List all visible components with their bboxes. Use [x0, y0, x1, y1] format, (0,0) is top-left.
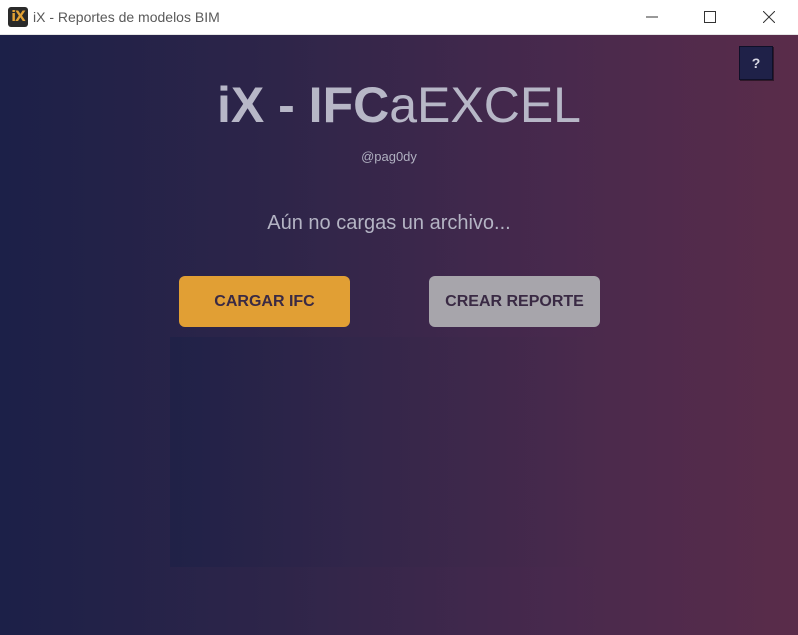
title-dash: -: [264, 77, 309, 133]
window-title: iX - Reportes de modelos BIM: [33, 9, 220, 25]
status-text: Aún no cargas un archivo...: [267, 212, 511, 234]
load-ifc-button[interactable]: CARGAR IFC: [179, 276, 350, 327]
maximize-button[interactable]: [681, 0, 739, 34]
minimize-icon: [646, 16, 658, 18]
minimize-button[interactable]: [623, 0, 681, 34]
maximize-icon: [704, 11, 716, 23]
app-window: iX iX - Reportes de modelos BIM ? iX - I…: [0, 0, 798, 635]
title-ifc: IFC: [308, 77, 390, 133]
close-button[interactable]: [740, 0, 798, 34]
main-content: ? iX - IFCaEXCEL @pag0dy Aún no cargas u…: [0, 35, 798, 635]
title-bar: iX iX - Reportes de modelos BIM: [0, 0, 798, 35]
title-ix: iX: [216, 77, 265, 133]
app-logo-icon: iX: [8, 7, 28, 27]
title-aexcel: aEXCEL: [389, 77, 581, 133]
create-report-button[interactable]: CREAR REPORTE: [429, 276, 600, 327]
author-handle: @pag0dy: [361, 149, 417, 164]
app-title: iX - IFCaEXCEL: [0, 75, 798, 135]
output-panel: [170, 337, 610, 567]
close-icon: [763, 11, 775, 23]
